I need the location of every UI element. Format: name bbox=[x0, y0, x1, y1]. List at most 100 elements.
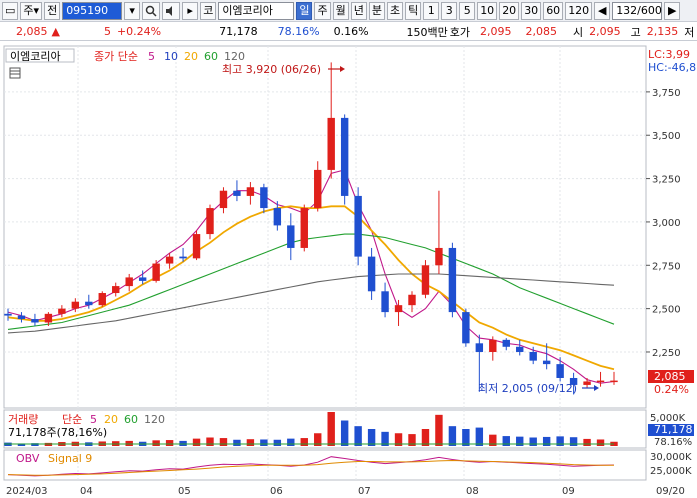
scroll-right-button[interactable]: ▶ bbox=[664, 1, 681, 20]
high-annotation: 최고 3,920 (06/26) bbox=[222, 63, 321, 76]
ask-label: 호가 bbox=[449, 25, 471, 39]
turnover-rate: 0.16% bbox=[333, 25, 369, 38]
interval-1[interactable]: 1 bbox=[423, 1, 440, 20]
date-tick-label: 04 bbox=[80, 486, 93, 497]
open-label: 시 bbox=[573, 25, 584, 39]
volume-bar bbox=[287, 438, 295, 446]
chart-menu-icon[interactable]: ▭ bbox=[2, 1, 19, 20]
period-day[interactable]: 일 bbox=[296, 1, 313, 20]
dropdown-icon[interactable]: ▾ bbox=[124, 1, 141, 20]
vol-ma120-label: 120 bbox=[144, 413, 165, 426]
candle-body bbox=[179, 256, 187, 259]
toolbar: ▭ 주 ▾ 전 095190 ▾ ▸ 코 이엠코리아 일 주 월 년 분 초 틱 … bbox=[0, 0, 697, 22]
volume-bar bbox=[354, 426, 362, 446]
volume-value-text: 71,178주(78,16%) bbox=[8, 426, 107, 439]
volume-value: 71,178 bbox=[219, 25, 258, 38]
candle-body bbox=[448, 247, 457, 313]
candle-body bbox=[206, 208, 214, 235]
volume-bar bbox=[327, 412, 335, 446]
count-input[interactable]: 132/600 bbox=[612, 1, 663, 20]
volume-bar bbox=[462, 429, 470, 446]
candle-body bbox=[421, 265, 430, 295]
candle-body bbox=[367, 256, 376, 292]
ma-label: 종가 단순 bbox=[94, 50, 138, 63]
low-label: 저 bbox=[684, 25, 695, 39]
low-annotation: 최저 2,005 (09/12) bbox=[478, 382, 577, 395]
speaker-icon[interactable] bbox=[162, 1, 181, 20]
candle-body bbox=[31, 319, 39, 323]
interval-60[interactable]: 60 bbox=[543, 1, 564, 20]
period-tick[interactable]: 틱 bbox=[405, 1, 422, 20]
price-tick-label: 3,000 bbox=[652, 218, 681, 229]
ma20-label: 20 bbox=[184, 50, 198, 63]
candle-body bbox=[300, 208, 308, 248]
candle-body bbox=[287, 225, 295, 248]
candle-body bbox=[314, 169, 322, 209]
candle-body bbox=[17, 315, 26, 320]
obv-y-tick-1: 30,000K bbox=[650, 452, 692, 463]
volume-bar bbox=[219, 438, 228, 446]
volume-bar bbox=[125, 440, 133, 446]
market-select[interactable]: 주 ▾ bbox=[20, 1, 43, 20]
interval-120[interactable]: 120 bbox=[565, 1, 593, 20]
candle-body bbox=[408, 294, 416, 306]
stock-code-input[interactable]: 095190 bbox=[62, 1, 123, 20]
volume-bar bbox=[596, 439, 605, 446]
market-label: 주 bbox=[23, 3, 34, 17]
interval-10[interactable]: 10 bbox=[477, 1, 498, 20]
candle-body bbox=[192, 234, 201, 259]
period-month[interactable]: 월 bbox=[332, 1, 349, 20]
price-tick-label: 3,750 bbox=[652, 88, 681, 99]
prev-button[interactable]: 전 bbox=[44, 1, 61, 20]
obv-y-tick-2: 25,000K bbox=[650, 466, 692, 477]
change-percent: +0.24% bbox=[116, 25, 162, 38]
candle-body bbox=[44, 313, 53, 323]
interval-3[interactable]: 3 bbox=[441, 1, 458, 20]
date-tick-label: 2024/03 bbox=[6, 486, 48, 497]
volume-bar bbox=[529, 437, 537, 446]
interval-30[interactable]: 30 bbox=[521, 1, 542, 20]
candle-body bbox=[435, 247, 443, 266]
scroll-left-button[interactable]: ◀ bbox=[594, 1, 611, 20]
interval-20[interactable]: 20 bbox=[499, 1, 520, 20]
candle-body bbox=[58, 308, 66, 314]
period-second[interactable]: 초 bbox=[386, 1, 404, 20]
candle-body bbox=[85, 301, 93, 306]
volume-bar bbox=[556, 436, 564, 446]
candle-body bbox=[542, 360, 551, 365]
info-bar: 2,085 ▲ 5 +0.24% 71,178 78.16% 0.16% 150… bbox=[0, 23, 697, 41]
volume-bar bbox=[246, 439, 255, 446]
trade-value: 150백만 bbox=[406, 25, 448, 39]
change-amount: 5 bbox=[103, 25, 111, 38]
candle-body bbox=[138, 277, 147, 281]
obv-signal-label: Signal 9 bbox=[48, 452, 92, 465]
volume-tag-text: 71,178 bbox=[654, 423, 693, 436]
expand-icon[interactable]: ▸ bbox=[182, 1, 199, 20]
ma10-label: 10 bbox=[164, 50, 178, 63]
volume-bar bbox=[340, 420, 349, 446]
open-price: 2,095 bbox=[589, 25, 621, 38]
price-tick-label: 2,250 bbox=[652, 348, 681, 359]
candle-body bbox=[125, 277, 133, 287]
candle-body bbox=[233, 190, 241, 196]
period-week[interactable]: 주 bbox=[314, 1, 331, 20]
volume-bar bbox=[192, 438, 201, 446]
stock-chart[interactable]: 3,750 3,500 3,250 3,000 2,750 2,500 2,250 2024… bbox=[0, 42, 697, 498]
candle-body bbox=[354, 195, 362, 257]
interval-5[interactable]: 5 bbox=[459, 1, 476, 20]
category-label[interactable]: 코 bbox=[200, 1, 217, 20]
period-minute[interactable]: 분 bbox=[368, 1, 385, 20]
vol-ma5-label: 5 bbox=[90, 413, 97, 426]
lc-label: LC:3,99 bbox=[648, 48, 690, 61]
date-tick-label: 08 bbox=[466, 486, 479, 497]
vol-ma60-label: 60 bbox=[124, 413, 138, 426]
period-year[interactable]: 년 bbox=[350, 1, 367, 20]
volume-label: 거래량 bbox=[8, 413, 38, 426]
volume-bar bbox=[367, 429, 376, 446]
volume-bar bbox=[569, 437, 578, 446]
current-pct-tag: 0.24% bbox=[654, 383, 689, 396]
volume-bar bbox=[475, 427, 484, 446]
candle-body bbox=[98, 293, 106, 306]
search-icon[interactable] bbox=[142, 1, 161, 20]
candle-body bbox=[529, 351, 537, 361]
